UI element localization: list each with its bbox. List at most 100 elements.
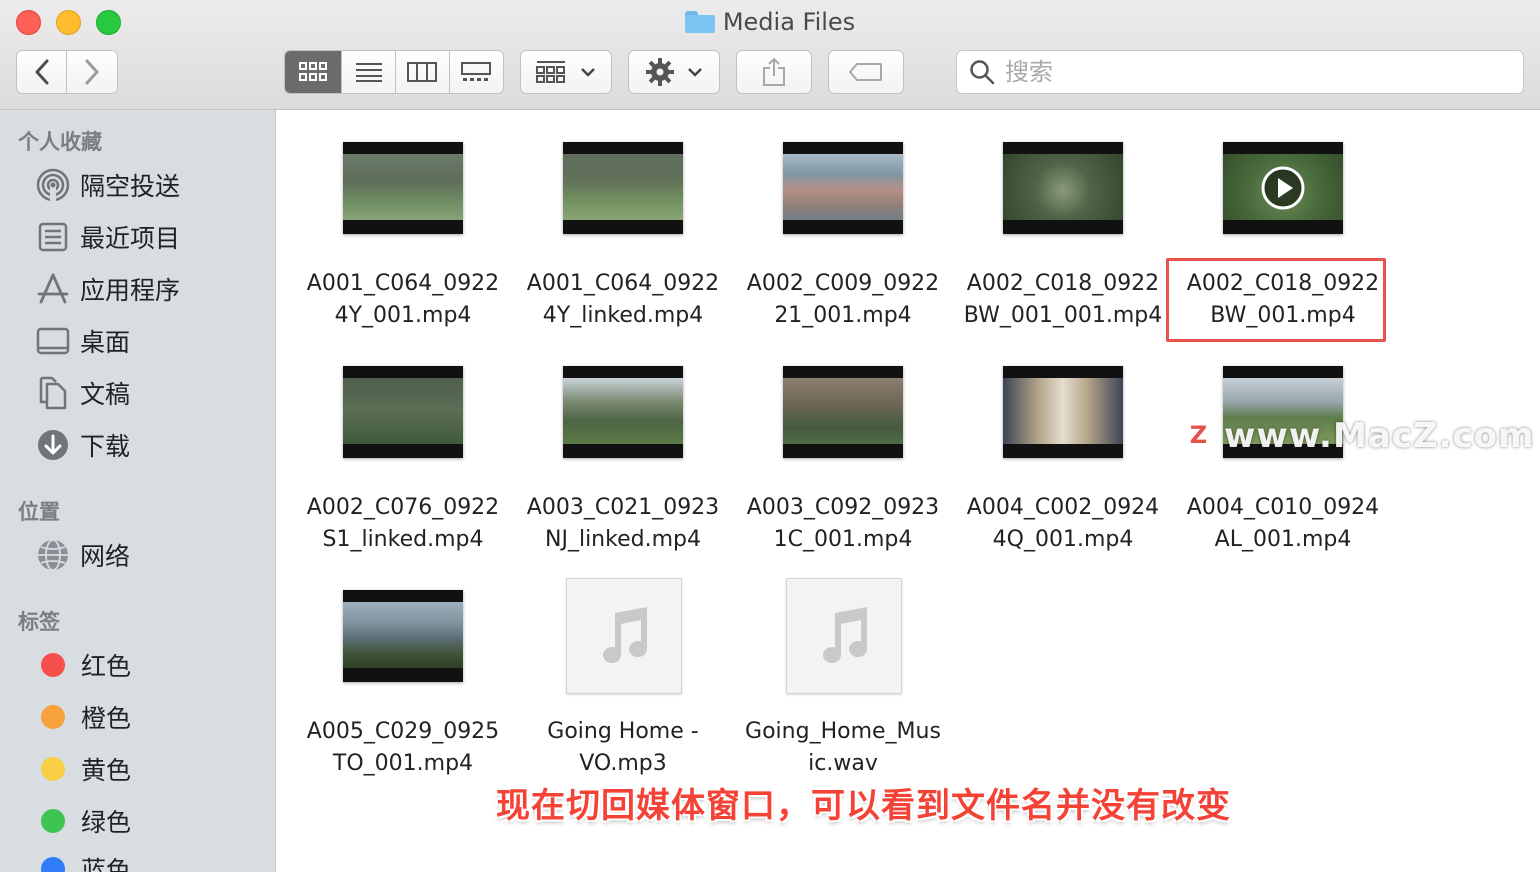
applications-icon xyxy=(36,272,70,306)
share-button[interactable] xyxy=(736,50,812,94)
sidebar-item-label: 文稿 xyxy=(80,380,131,409)
list-icon xyxy=(355,63,382,82)
file-name-line2: 4Y_linked.mp4 xyxy=(542,303,704,328)
file-name-line1: A004_C002_0924 xyxy=(966,495,1160,520)
list-view-button[interactable] xyxy=(342,51,396,93)
audio-thumbnail xyxy=(566,578,682,694)
video-thumbnail xyxy=(343,366,463,458)
sidebar-item-tag-yellow[interactable]: 黄色 xyxy=(36,748,131,790)
file-name-line2: VO.mp3 xyxy=(579,751,667,776)
sidebar-item-label: 下载 xyxy=(80,432,131,461)
file-name-line1: A001_C064_0922 xyxy=(306,271,500,296)
watermark-badge: Z xyxy=(1182,418,1216,452)
gear-icon xyxy=(646,58,674,86)
navigation-buttons xyxy=(16,50,118,94)
file-name-line1: A005_C029_0925 xyxy=(306,719,500,744)
back-button[interactable] xyxy=(17,51,68,93)
subtitle-caption: 现在切回媒体窗口，可以看到文件名并没有改变 xyxy=(496,786,1231,826)
file-name-line1: Going_Home_Mus xyxy=(745,719,941,744)
sidebar-item-label: 最近项目 xyxy=(80,224,181,253)
sidebar-item-label: 黄色 xyxy=(81,756,132,785)
grid-icon xyxy=(536,61,565,83)
file-name-line1: A003_C092_0923 xyxy=(746,495,940,520)
file-name-line1: A002_C009_0922 xyxy=(746,271,940,296)
edit-tags-button[interactable] xyxy=(828,50,904,94)
file-name-line2: ic.wav xyxy=(808,751,878,776)
sidebar-item-network[interactable]: 网络 xyxy=(36,534,130,576)
forward-button[interactable] xyxy=(67,51,117,93)
selection-highlight xyxy=(1166,258,1386,342)
file-name-line2: TO_001.mp4 xyxy=(332,751,474,776)
downloads-icon xyxy=(36,428,70,462)
file-name-line2: 1C_001.mp4 xyxy=(773,527,913,552)
documents-icon xyxy=(36,376,70,410)
desktop-icon xyxy=(36,324,70,358)
sidebar-item-tag-orange[interactable]: 橙色 xyxy=(36,696,131,738)
tag-icon xyxy=(849,63,882,81)
video-thumbnail xyxy=(1223,142,1343,234)
blue-tag-dot xyxy=(41,857,65,872)
chevron-left-icon xyxy=(35,59,48,85)
sidebar: 个人收藏 隔空投送 最近项目 应用程序 桌面 文稿 下载 位置 网络 标签 红色… xyxy=(0,110,276,872)
sidebar-item-label: 橙色 xyxy=(81,704,132,733)
file-name-line1: A002_C076_0922 xyxy=(306,495,500,520)
finder-window: Media Files 搜索 个人收藏 隔空投送 最近项目 应用程序 桌面 文稿… xyxy=(0,0,1540,872)
group-by-button[interactable] xyxy=(520,50,612,94)
sidebar-item-label: 绿色 xyxy=(81,808,132,837)
sidebar-item-desktop[interactable]: 桌面 xyxy=(36,320,130,362)
chevron-down-icon xyxy=(688,68,702,77)
window-title-text: Media Files xyxy=(722,8,856,36)
sidebar-item-label: 应用程序 xyxy=(80,276,181,305)
music-note-icon xyxy=(603,607,648,664)
video-thumbnail xyxy=(1003,142,1123,234)
columns-icon xyxy=(407,62,438,82)
video-thumbnail xyxy=(783,366,903,458)
sidebar-item-tag-blue[interactable]: 蓝色 xyxy=(36,848,131,872)
sidebar-item-documents[interactable]: 文稿 xyxy=(36,372,130,414)
watermark: Zwww.MacZ.com xyxy=(1182,416,1534,456)
sidebar-item-tag-red[interactable]: 红色 xyxy=(36,644,131,686)
file-name-line2: AL_001.mp4 xyxy=(1214,527,1352,552)
favorites-heading: 个人收藏 xyxy=(18,130,102,154)
sidebar-item-label: 红色 xyxy=(81,652,132,681)
file-browser: A001_C064_0922 4Y_001.mp4 A001_C064_0922… xyxy=(276,110,1540,872)
network-icon xyxy=(36,538,70,572)
sidebar-item-recents[interactable]: 最近项目 xyxy=(36,216,180,258)
locations-heading: 位置 xyxy=(18,500,60,524)
sidebar-item-downloads[interactable]: 下载 xyxy=(36,424,130,466)
video-thumbnail xyxy=(563,366,683,458)
sidebar-item-applications[interactable]: 应用程序 xyxy=(36,268,180,310)
file-name-line1: A001_C064_0922 xyxy=(526,271,720,296)
file-name-line1: A004_C010_0924 xyxy=(1186,495,1380,520)
orange-tag-dot xyxy=(41,705,65,729)
search-icon xyxy=(970,60,995,85)
green-tag-dot xyxy=(41,809,65,833)
video-thumbnail xyxy=(1003,366,1123,458)
sidebar-item-airdrop[interactable]: 隔空投送 xyxy=(36,164,180,206)
gallery-view-button[interactable] xyxy=(450,51,504,93)
share-icon xyxy=(763,57,785,86)
file-name-line2: 4Y_001.mp4 xyxy=(334,303,472,328)
toolbar: Media Files xyxy=(0,0,1540,110)
audio-thumbnail xyxy=(786,578,902,694)
file-name-line2: S1_linked.mp4 xyxy=(322,527,484,552)
sidebar-item-label: 蓝色 xyxy=(81,856,132,872)
action-menu-button[interactable] xyxy=(628,50,720,94)
view-mode-segment xyxy=(284,50,504,94)
tags-heading: 标签 xyxy=(18,610,60,634)
search-field[interactable] xyxy=(956,50,1524,94)
chevron-down-icon xyxy=(581,68,595,77)
search-input[interactable] xyxy=(1005,58,1505,86)
folder-icon xyxy=(684,11,715,33)
video-thumbnail xyxy=(563,142,683,234)
file-name-line2: BW_001_001.mp4 xyxy=(963,303,1163,328)
watermark-text: www.MacZ.com xyxy=(1224,416,1535,456)
icon-view-button[interactable] xyxy=(285,51,343,93)
file-name-line1: Going Home - xyxy=(547,719,699,744)
gallery-icon xyxy=(461,62,492,81)
sidebar-item-tag-green[interactable]: 绿色 xyxy=(36,800,131,842)
video-thumbnail xyxy=(343,142,463,234)
column-view-button[interactable] xyxy=(396,51,450,93)
window-title: Media Files xyxy=(0,6,1540,38)
play-icon[interactable] xyxy=(1260,165,1306,211)
